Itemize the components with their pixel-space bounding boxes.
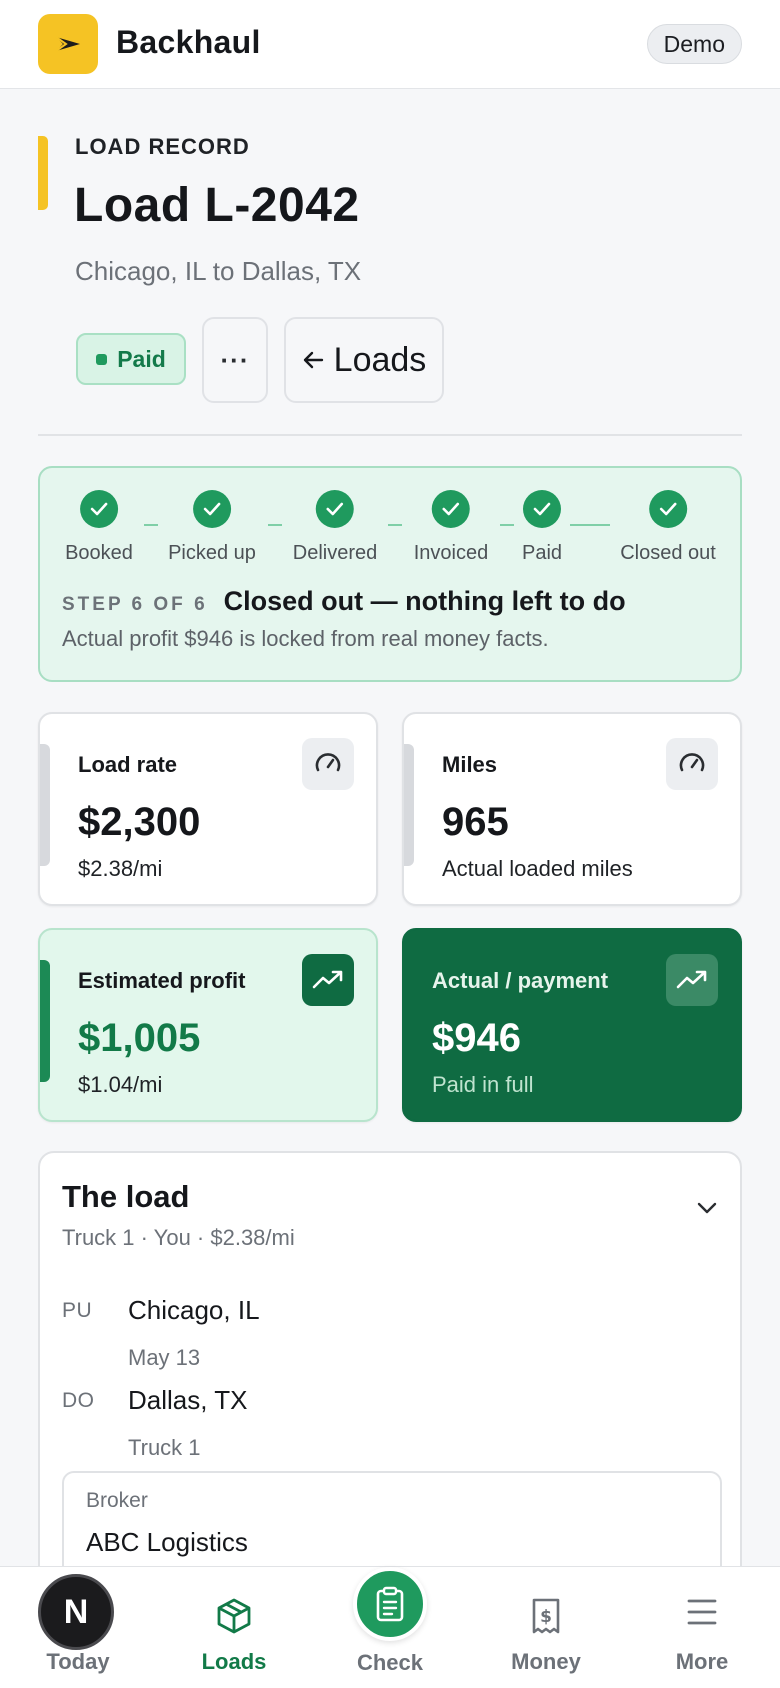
dropoff-code: DO	[62, 1389, 95, 1412]
avatar[interactable]: N	[38, 1574, 114, 1650]
chevron-down-icon[interactable]	[696, 1201, 718, 1220]
dropoff-truck: Truck 1	[128, 1435, 201, 1460]
metric-miles[interactable]: Miles 965 Actual loaded miles	[402, 712, 742, 906]
metric-sub: $2.38/mi	[78, 856, 163, 881]
check-icon	[80, 490, 118, 528]
app-header: Backhaul Demo	[0, 0, 780, 89]
nav-check-label: Check	[356, 1650, 424, 1675]
check-icon	[523, 490, 561, 528]
page-title: Load L-2042	[74, 179, 360, 232]
step-invoiced: Invoiced	[413, 490, 489, 565]
metric-accent	[404, 744, 414, 866]
metric-label: Load rate	[78, 752, 178, 777]
nav-label: Loads	[201, 1649, 267, 1674]
dropoff-place: Dallas, TX	[128, 1385, 248, 1415]
metric-label: Miles	[442, 752, 498, 777]
arrow-left-icon	[303, 351, 323, 369]
nav-loads[interactable]: Loads	[174, 1567, 294, 1688]
check-icon	[315, 490, 354, 528]
metric-estimated-profit[interactable]: Estimated profit $1,005 $1.04/mi	[38, 928, 378, 1122]
step-booked: Booked	[65, 490, 133, 565]
step-connector	[268, 524, 282, 526]
step-label: Booked	[65, 542, 133, 564]
trend-up-icon	[666, 954, 718, 1006]
menu-icon	[686, 1597, 718, 1632]
step-meta: STEP 6 OF 6 Closed out — nothing left to…	[62, 586, 626, 617]
metric-value: $2,300	[78, 800, 201, 844]
status-label: Paid	[117, 345, 166, 372]
gauge-icon	[666, 738, 718, 790]
more-actions-button[interactable]: ···	[202, 317, 268, 403]
check-icon	[432, 490, 470, 528]
metric-load-rate[interactable]: Load rate $2,300 $2.38/mi	[38, 712, 378, 906]
step-paid: Paid	[522, 490, 562, 565]
record-eyebrow: LOAD RECORD	[75, 134, 250, 159]
svg-text:$: $	[540, 1607, 552, 1627]
step-label: Delivered	[292, 542, 378, 564]
pickup-date: May 13	[128, 1345, 201, 1370]
step-connector	[144, 524, 158, 526]
clipboard-icon	[376, 1586, 404, 1622]
metric-sub: Paid in full	[432, 1072, 534, 1097]
step-picked-up: Picked up	[168, 490, 256, 565]
receipt-dollar-icon: $	[530, 1597, 562, 1640]
metric-accent	[40, 960, 50, 1082]
metric-value: $1,005	[78, 1016, 201, 1060]
step-note: Actual profit $946 is locked from real m…	[62, 626, 549, 651]
record-accent-bar	[38, 136, 48, 210]
metric-label: Estimated profit	[78, 968, 246, 993]
step-delivered: Delivered	[293, 490, 377, 565]
plane-icon	[55, 36, 80, 52]
check-fab-button[interactable]	[353, 1567, 427, 1641]
trend-up-icon	[302, 954, 354, 1006]
metric-sub: $1.04/mi	[78, 1072, 163, 1097]
check-icon	[649, 490, 687, 528]
load-details-title: The load	[62, 1179, 190, 1214]
metric-value: 965	[442, 800, 509, 844]
step-connector	[500, 524, 514, 526]
box-icon	[216, 1597, 252, 1640]
back-to-loads-button[interactable]: Loads	[284, 317, 444, 403]
nav-label: Money	[511, 1649, 581, 1674]
metric-sub: Actual loaded miles	[442, 856, 633, 881]
nav-label: More	[675, 1649, 729, 1674]
metric-actual-payment[interactable]: Actual / payment $946 Paid in full	[402, 928, 742, 1122]
route-text: Chicago, IL to Dallas, TX	[75, 256, 362, 286]
demo-badge[interactable]: Demo	[646, 24, 742, 64]
step-label: Closed out	[620, 542, 716, 564]
step-connector	[570, 524, 610, 526]
step-label: Picked up	[168, 542, 256, 564]
pickup-code: PU	[62, 1299, 93, 1322]
broker-name: ABC Logistics	[86, 1527, 248, 1557]
load-details-subtitle: Truck 1 · You · $2.38/mi	[62, 1225, 295, 1250]
status-dot-icon	[96, 353, 108, 365]
check-icon	[193, 490, 231, 528]
step-title: Closed out — nothing left to do	[223, 586, 626, 616]
nav-label: Today	[46, 1649, 110, 1674]
broker-label: Broker	[86, 1489, 148, 1512]
metric-label: Actual / payment	[432, 968, 609, 993]
app-brand: Backhaul	[116, 24, 261, 60]
step-count: STEP 6 OF 6	[62, 594, 208, 615]
progress-card: Booked Picked up Delivered Invoiced Paid…	[38, 466, 742, 682]
step-closed-out: Closed out	[620, 490, 716, 565]
gauge-icon	[302, 738, 354, 790]
metric-accent	[40, 744, 50, 866]
step-label: Invoiced	[413, 542, 489, 564]
nav-more[interactable]: More	[642, 1567, 762, 1688]
section-divider	[38, 434, 742, 436]
app-logo[interactable]	[38, 14, 98, 74]
metric-value: $946	[432, 1016, 521, 1060]
status-badge: Paid	[76, 333, 186, 385]
back-to-loads-label: Loads	[333, 340, 427, 379]
nav-money[interactable]: $ Money	[486, 1567, 606, 1688]
step-connector	[388, 524, 402, 526]
pickup-place: Chicago, IL	[128, 1295, 260, 1325]
step-label: Paid	[521, 542, 563, 564]
